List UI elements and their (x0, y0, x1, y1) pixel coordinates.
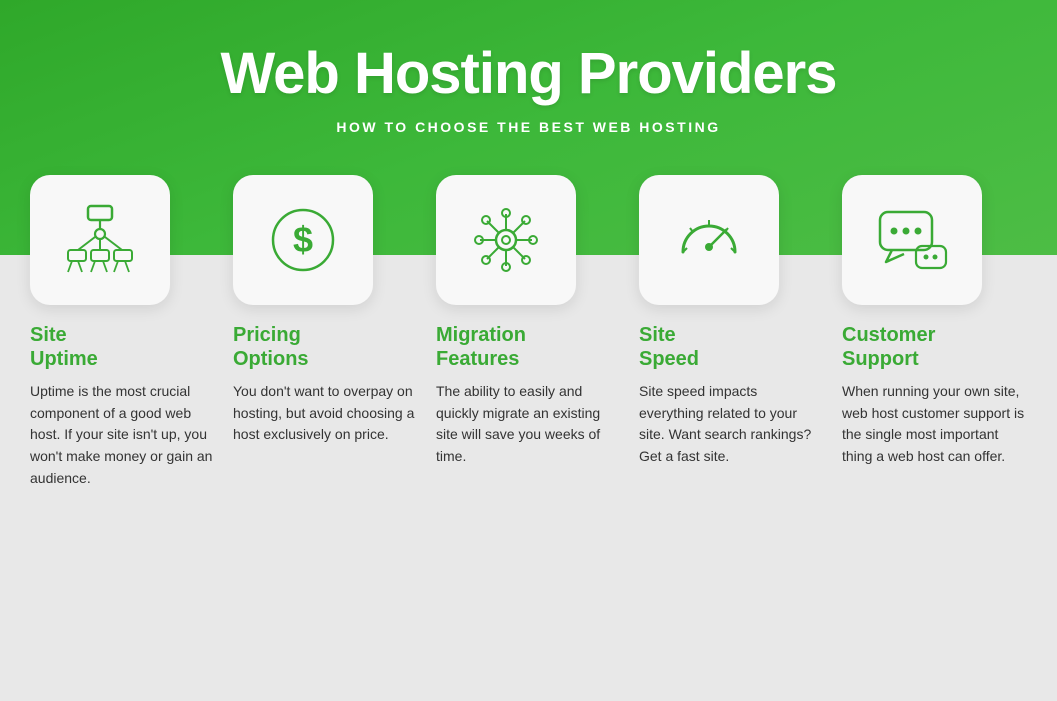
card-site-speed: SiteSpeed Site speed impacts everything … (639, 175, 824, 489)
site-speed-desc: Site speed impacts everything related to… (639, 381, 824, 468)
page-title: Web Hosting Providers (220, 40, 836, 107)
card-site-uptime: SiteUptime Uptime is the most crucial co… (30, 175, 215, 489)
content-section: SiteUptime Uptime is the most crucial co… (0, 255, 1057, 701)
customer-support-icon-box (842, 175, 982, 305)
site-uptime-desc: Uptime is the most crucial component of … (30, 381, 215, 489)
card-pricing-options: $ PricingOptions You don't want to overp… (233, 175, 418, 489)
card-customer-support: CustomerSupport When running your own si… (842, 175, 1027, 489)
customer-support-desc: When running your own site, web host cus… (842, 381, 1027, 468)
site-uptime-icon-box (30, 175, 170, 305)
pricing-icon-box: $ (233, 175, 373, 305)
pricing-options-title: PricingOptions (233, 323, 309, 371)
svg-text:$: $ (293, 219, 313, 260)
migration-features-desc: The ability to easily and quickly migrat… (436, 381, 621, 468)
chat-icon (872, 200, 952, 280)
cards-row: SiteUptime Uptime is the most crucial co… (30, 175, 1027, 489)
dollar-icon: $ (263, 200, 343, 280)
page-wrapper: Web Hosting Providers HOW TO CHOOSE THE … (0, 0, 1057, 701)
site-speed-title: SiteSpeed (639, 323, 699, 371)
customer-support-title: CustomerSupport (842, 323, 935, 371)
site-uptime-title: SiteUptime (30, 323, 98, 371)
speedometer-icon (669, 200, 749, 280)
migration-icon-box (436, 175, 576, 305)
gear-network-icon (466, 200, 546, 280)
site-speed-icon-box (639, 175, 779, 305)
pricing-options-desc: You don't want to overpay on hosting, bu… (233, 381, 418, 446)
page-subtitle: HOW TO CHOOSE THE BEST WEB HOSTING (336, 119, 720, 135)
network-icon (60, 200, 140, 280)
migration-features-title: MigrationFeatures (436, 323, 526, 371)
card-migration-features: MigrationFeatures The ability to easily … (436, 175, 621, 489)
